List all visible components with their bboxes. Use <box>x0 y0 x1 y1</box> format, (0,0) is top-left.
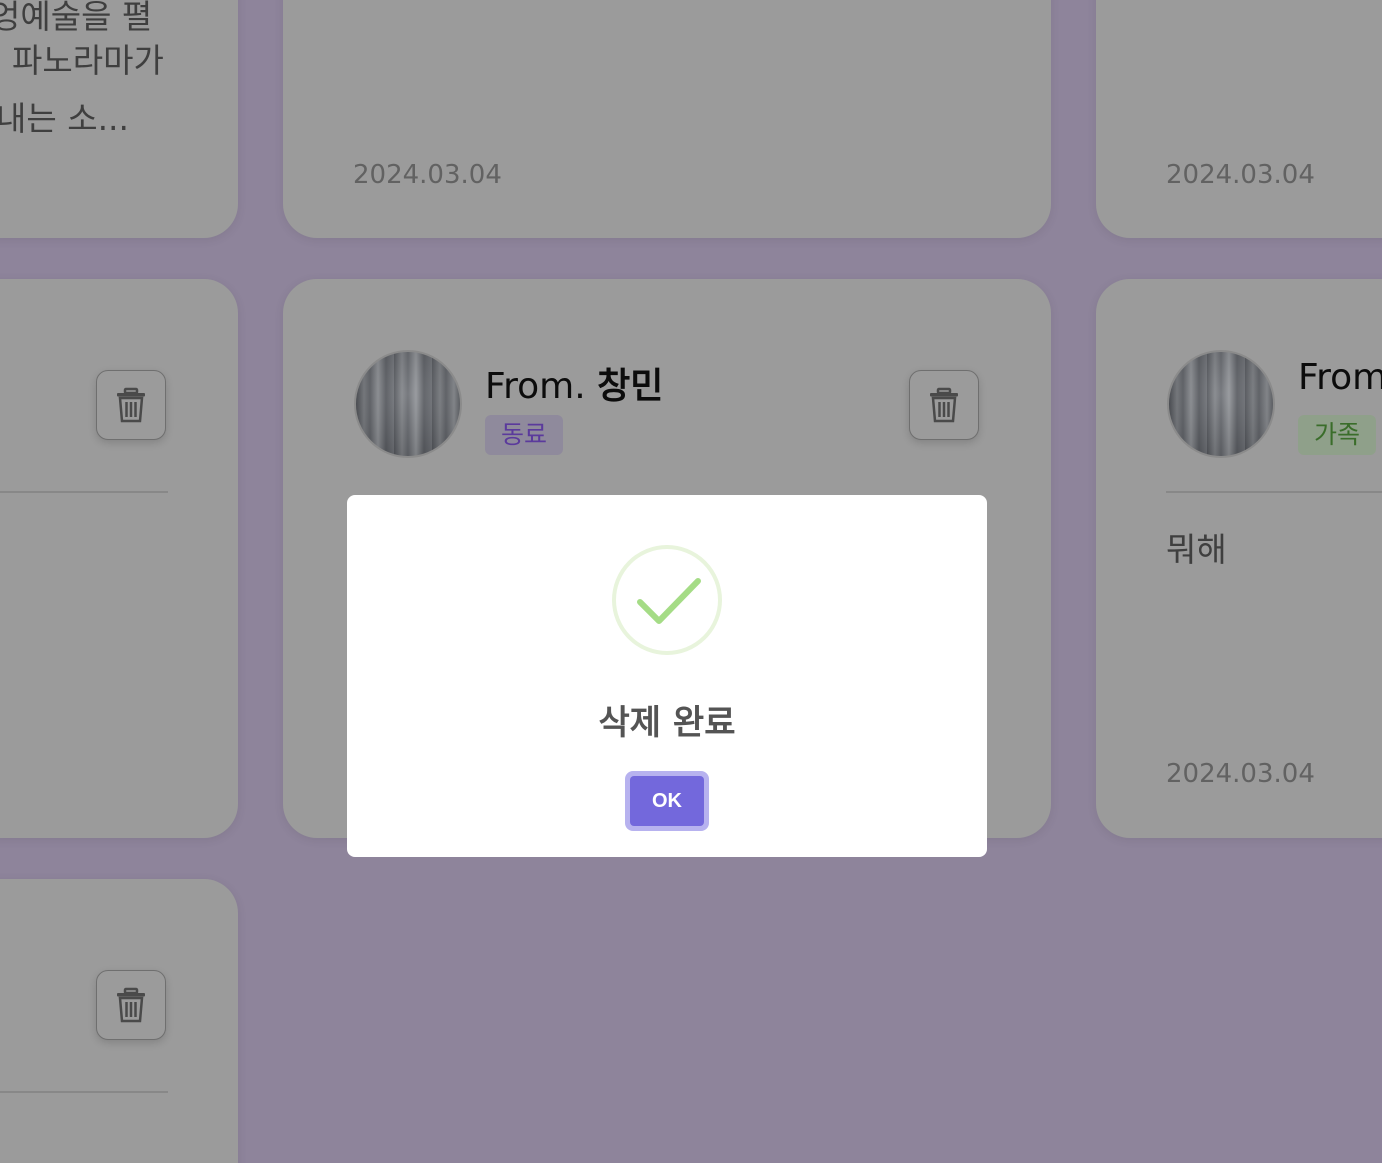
sender-name: 창민 <box>597 366 664 407</box>
trash-icon <box>930 387 958 423</box>
message-card[interactable]: 엉예술을 펼 파노라마가 내는 소... <box>0 0 238 238</box>
card-message: 뭐해 <box>1166 530 1227 569</box>
success-check-icon <box>612 545 722 655</box>
message-card[interactable] <box>0 879 238 1163</box>
card-divider <box>1166 491 1382 493</box>
card-date: 2024.03.04 <box>1166 160 1315 190</box>
card-date: 2024.03.04 <box>353 160 502 190</box>
success-dialog: 삭제 완료 OK <box>347 495 987 857</box>
message-card[interactable]: 2024.03.04 <box>283 0 1051 238</box>
avatar <box>354 350 462 458</box>
relationship-badge: 가족 <box>1298 415 1377 455</box>
card-message-line: 내는 소... <box>0 99 130 138</box>
dialog-title: 삭제 완료 <box>598 703 736 743</box>
trash-icon <box>117 987 145 1023</box>
relationship-badge: 동료 <box>485 415 564 455</box>
from-prefix: From <box>1298 357 1382 398</box>
card-message-line: 파노라마가 <box>12 41 164 80</box>
message-card[interactable]: From 가족 뭐해 2024.03.04 <box>1096 279 1382 838</box>
card-divider <box>0 1091 168 1093</box>
card-date: 2024.03.04 <box>1166 759 1315 789</box>
avatar <box>1167 350 1275 458</box>
delete-button[interactable] <box>96 370 166 440</box>
trash-icon <box>117 387 145 423</box>
delete-button[interactable] <box>96 970 166 1040</box>
card-sender: From. 창민 <box>485 357 663 409</box>
ok-button-focus-ring: OK <box>625 771 709 831</box>
from-prefix: From. <box>485 366 586 407</box>
message-card[interactable]: 2024.03.04 <box>1096 0 1382 238</box>
delete-button[interactable] <box>909 370 979 440</box>
ok-button[interactable]: OK <box>630 776 704 826</box>
message-card[interactable] <box>0 279 238 838</box>
card-sender: From <box>1298 357 1382 398</box>
card-divider <box>0 491 168 493</box>
